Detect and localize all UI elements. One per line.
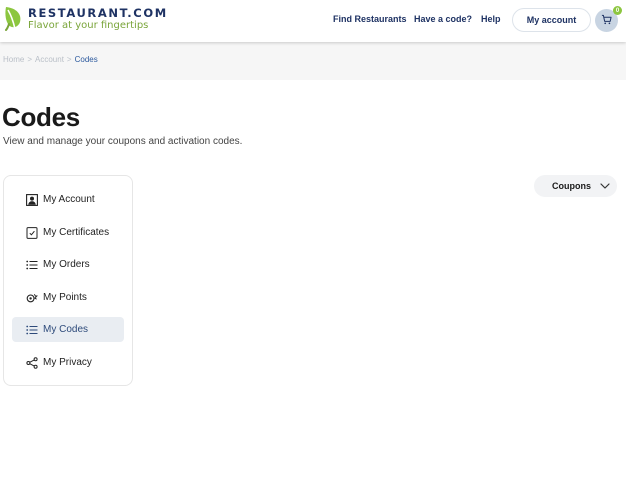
list-icon bbox=[24, 322, 40, 338]
leaf-spoon-logo-icon bbox=[3, 5, 25, 31]
sidebar-item-label: My Orders bbox=[43, 259, 90, 270]
breadcrumb-account[interactable]: Account bbox=[35, 55, 64, 64]
breadcrumb-home[interactable]: Home bbox=[3, 55, 24, 64]
nav-find-restaurants[interactable]: Find Restaurants bbox=[333, 14, 407, 24]
share-icon bbox=[24, 355, 40, 371]
sidebar-item-label: My Codes bbox=[43, 324, 89, 335]
sidebar-item-my-account[interactable]: My Account bbox=[12, 187, 124, 212]
coupons-filter-dropdown[interactable]: Coupons bbox=[534, 175, 617, 197]
my-account-button[interactable]: My account bbox=[512, 8, 591, 32]
breadcrumb-separator: > bbox=[27, 55, 33, 64]
sidebar-item-label: My Account bbox=[43, 194, 95, 205]
breadcrumb-current: Codes bbox=[74, 55, 98, 64]
sidebar-item-my-certificates[interactable]: My Certificates bbox=[12, 220, 124, 245]
user-square-icon bbox=[24, 192, 40, 208]
nav-help[interactable]: Help bbox=[481, 14, 501, 24]
brand-name: RESTAURANT.COM bbox=[28, 6, 168, 20]
sidebar-item-my-privacy[interactable]: My Privacy bbox=[12, 350, 124, 375]
sidebar-item-my-points[interactable]: My Points bbox=[12, 285, 124, 310]
account-sidebar: My Account My Certificates My Orders My … bbox=[3, 175, 133, 386]
certificate-icon bbox=[24, 225, 40, 241]
page-title: Codes bbox=[2, 102, 80, 132]
sidebar-item-label: My Certificates bbox=[43, 227, 110, 238]
sidebar-item-label: My Points bbox=[43, 292, 87, 303]
breadcrumb-separator: > bbox=[66, 55, 72, 64]
points-icon bbox=[24, 290, 40, 306]
brand-tagline: Flavor at your fingertips bbox=[28, 20, 149, 31]
chevron-down-icon bbox=[600, 181, 610, 191]
dropdown-selected-label: Coupons bbox=[552, 181, 591, 191]
page-subtitle: View and manage your coupons and activat… bbox=[3, 136, 243, 147]
site-header: RESTAURANT.COM Flavor at your fingertips… bbox=[0, 0, 626, 42]
cart-count-badge: 0 bbox=[613, 6, 622, 15]
breadcrumb: Home > Account > Codes bbox=[3, 55, 98, 64]
list-icon bbox=[24, 257, 40, 273]
sidebar-item-label: My Privacy bbox=[43, 357, 92, 368]
cart-icon bbox=[601, 12, 612, 30]
nav-have-a-code[interactable]: Have a code? bbox=[414, 14, 472, 24]
sidebar-item-my-orders[interactable]: My Orders bbox=[12, 252, 124, 277]
restaurant-logo[interactable]: RESTAURANT.COM Flavor at your fingertips bbox=[3, 5, 168, 32]
sidebar-item-my-codes[interactable]: My Codes bbox=[12, 317, 124, 342]
